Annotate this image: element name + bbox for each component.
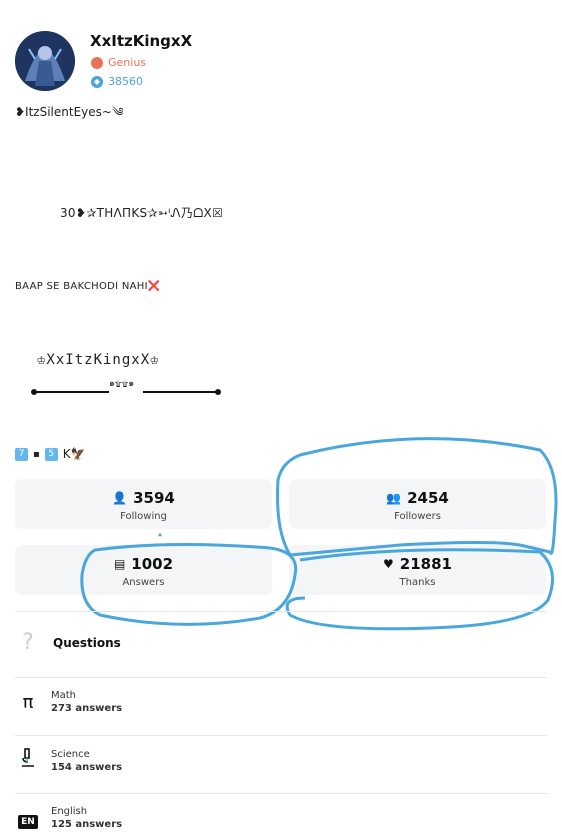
menu-divider <box>15 677 547 678</box>
subject-item-science[interactable]: Science 154 answers <box>15 748 122 773</box>
microscope-icon <box>15 748 41 773</box>
subject-answer-count: 154 answers <box>51 761 123 773</box>
subject-item-math[interactable]: π Math 273 answers <box>15 690 123 714</box>
subject-name: Math <box>51 690 77 701</box>
pi-icon: π <box>22 691 34 713</box>
subject-name: English <box>51 806 88 817</box>
question-mark-icon: ? <box>22 630 34 655</box>
menu-divider <box>15 735 547 736</box>
menu-divider <box>15 793 547 794</box>
subject-answer-count: 125 answers <box>51 819 123 830</box>
subject-item-english[interactable]: EN English 125 answers <box>15 806 122 830</box>
questions-label: Questions <box>53 635 121 650</box>
questions-menu-item[interactable]: ? Questions <box>15 630 121 655</box>
subject-answer-count: 273 answers <box>51 703 123 714</box>
subject-name: Science <box>51 748 90 760</box>
menu-divider <box>15 611 547 612</box>
en-badge-icon: EN <box>15 808 41 829</box>
